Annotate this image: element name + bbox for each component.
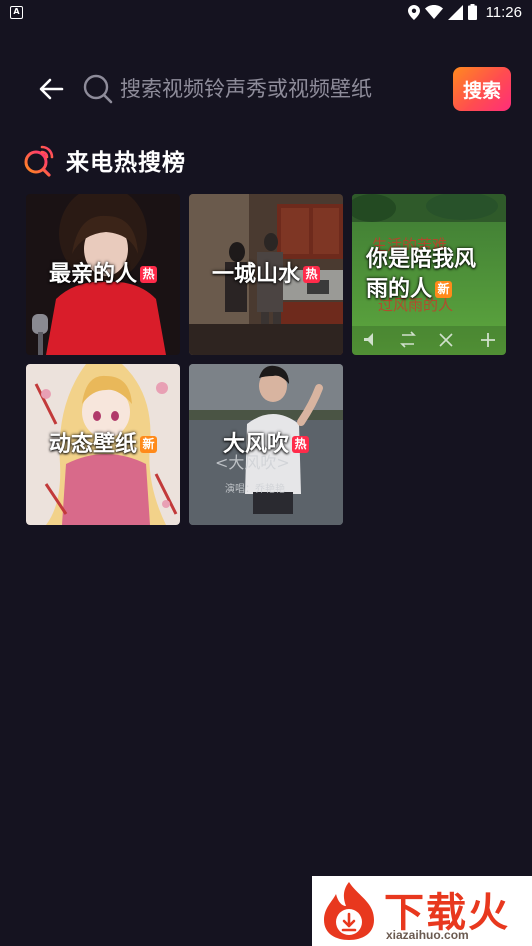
wifi-icon xyxy=(424,5,443,19)
section-header: 来电热搜榜 xyxy=(22,140,186,180)
cellular-signal-icon xyxy=(447,4,463,20)
status-time: 11:26 xyxy=(485,3,522,21)
hot-badge: 热 xyxy=(292,436,309,453)
search-input[interactable] xyxy=(120,74,440,104)
video-tile[interactable]: 一城山水热 xyxy=(189,194,343,355)
location-icon xyxy=(407,4,420,20)
video-tile[interactable]: 生活的苦难 过风雨的人 你是陪我风雨的人新 xyxy=(352,194,506,355)
arrow-left-icon[interactable] xyxy=(34,72,68,106)
flame-logo-icon xyxy=(324,882,374,940)
tile-title: 你是陪我风雨的人 xyxy=(366,246,477,302)
hot-badge: 热 xyxy=(303,265,320,283)
app-notification-icon: A xyxy=(10,5,23,19)
video-tile[interactable]: 最亲的人热 xyxy=(26,194,180,355)
search-button[interactable]: 搜索 xyxy=(453,67,511,111)
video-tile[interactable]: 动态壁纸新 xyxy=(26,364,180,525)
watermark-url: xiazaihuo.com xyxy=(386,928,469,942)
tile-title: 动态壁纸 xyxy=(48,431,137,457)
battery-icon xyxy=(467,4,477,20)
search-bar: 搜索 xyxy=(0,62,532,116)
tile-title: 最亲的人 xyxy=(48,261,137,287)
tile-title: 一城山水 xyxy=(211,261,300,287)
tile-title: 大风吹 xyxy=(222,432,289,457)
new-badge: 新 xyxy=(435,280,453,298)
status-bar: A 11:26 xyxy=(0,0,532,24)
video-tile[interactable]: <大风吹> 演唱：乔艳艳 大风吹热 xyxy=(189,364,343,525)
search-icon xyxy=(83,74,113,104)
hot-badge: 热 xyxy=(140,265,157,283)
site-watermark: 下载火 xiazaihuo.com xyxy=(312,876,532,946)
hot-search-icon xyxy=(24,145,54,177)
new-badge: 新 xyxy=(140,435,157,453)
section-title: 来电热搜榜 xyxy=(66,150,186,176)
